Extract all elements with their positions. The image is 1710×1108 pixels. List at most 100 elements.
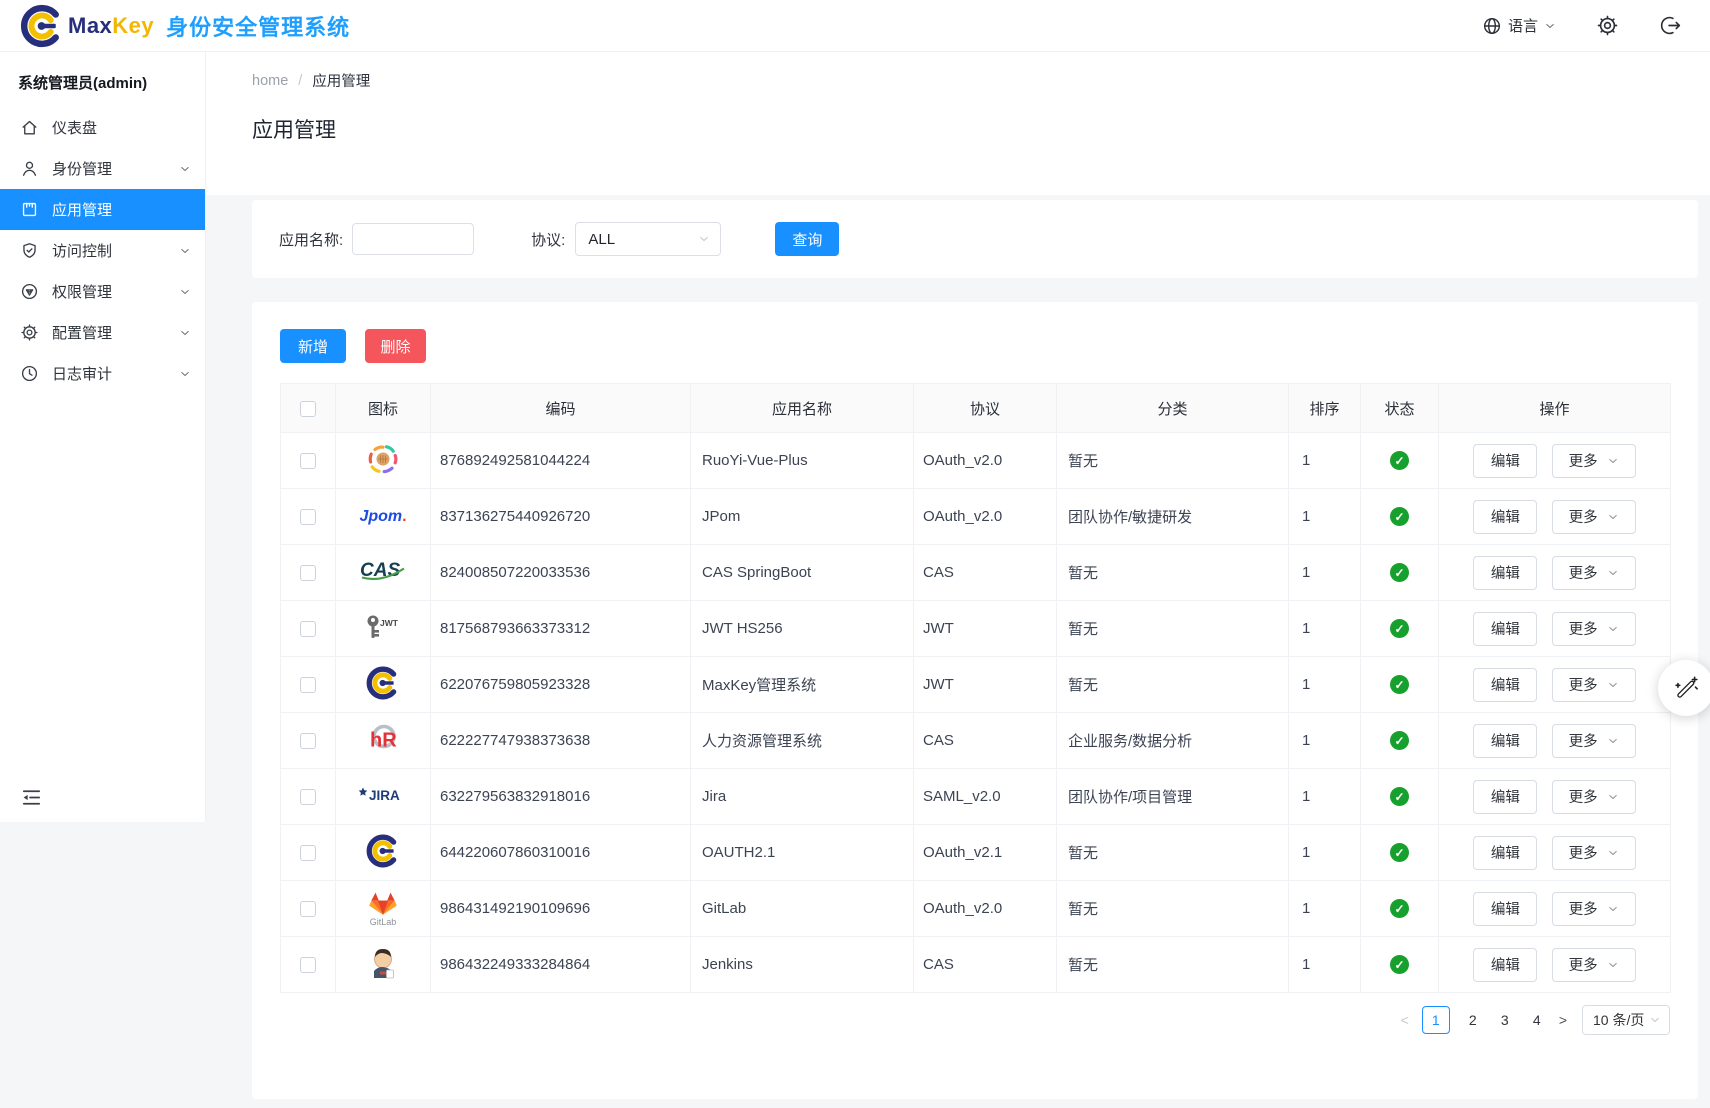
table-row: 622076759805923328 MaxKey管理系统 JWT 暂无 1 ✓… <box>281 657 1671 713</box>
edit-button[interactable]: 编辑 <box>1473 444 1537 478</box>
status-enabled-icon: ✓ <box>1390 955 1409 974</box>
add-button[interactable]: 新增 <box>280 329 346 363</box>
cell-category: 暂无 <box>1057 433 1289 489</box>
page-button-2[interactable]: 2 <box>1464 1012 1482 1028</box>
more-button[interactable]: 更多 <box>1552 500 1636 534</box>
table-panel: 新增 删除 图标编码应用名称协议分类排序状态操作 876892492581044… <box>252 302 1698 1099</box>
status-enabled-icon: ✓ <box>1390 731 1409 750</box>
breadcrumb-current: 应用管理 <box>312 70 370 91</box>
more-button[interactable]: 更多 <box>1552 892 1636 926</box>
page-size-select[interactable]: 10 条/页 <box>1582 1005 1670 1035</box>
breadcrumb-home-link[interactable]: home <box>252 73 288 89</box>
language-switcher[interactable]: 语言 <box>1482 15 1556 36</box>
edit-button[interactable]: 编辑 <box>1473 724 1537 758</box>
delete-button[interactable]: 删除 <box>365 329 426 363</box>
table-body: 876892492581044224 RuoYi-Vue-Plus OAuth_… <box>281 433 1671 993</box>
search-button[interactable]: 查询 <box>775 222 839 256</box>
row-checkbox[interactable] <box>300 677 316 693</box>
protocol-select[interactable]: ALL <box>575 222 721 256</box>
cell-category: 暂无 <box>1057 657 1289 713</box>
cell-sort: 1 <box>1289 937 1361 993</box>
apps-icon <box>20 200 39 219</box>
chevron-down-icon <box>698 233 710 245</box>
sidebar-item-identity[interactable]: 身份管理 <box>0 148 205 189</box>
cell-app-name: RuoYi-Vue-Plus <box>691 433 914 489</box>
next-page-button[interactable]: > <box>1559 1012 1567 1028</box>
gear-icon <box>1596 14 1619 37</box>
row-checkbox[interactable] <box>300 453 316 469</box>
row-checkbox[interactable] <box>300 957 316 973</box>
sidebar-item-dashboard[interactable]: 仪表盘 <box>0 107 205 148</box>
row-checkbox[interactable] <box>300 733 316 749</box>
table-row: GitLab 986431492190109696 GitLab OAuth_v… <box>281 881 1671 937</box>
edit-button[interactable]: 编辑 <box>1473 892 1537 926</box>
cell-sort: 1 <box>1289 489 1361 545</box>
dashboard-icon <box>20 118 39 137</box>
edit-button[interactable]: 编辑 <box>1473 836 1537 870</box>
cell-protocol: CAS <box>914 545 1057 601</box>
more-button[interactable]: 更多 <box>1552 836 1636 870</box>
filter-panel: 应用名称: 协议: ALL 查询 <box>252 200 1698 278</box>
column-header: 图标 <box>336 384 431 433</box>
more-button[interactable]: 更多 <box>1552 780 1636 814</box>
chevron-down-icon <box>1544 20 1556 32</box>
theme-wand-button[interactable] <box>1658 660 1710 716</box>
sidebar-item-apps[interactable]: 应用管理 <box>0 189 205 230</box>
edit-button[interactable]: 编辑 <box>1473 556 1537 590</box>
sidebar-item-config[interactable]: 配置管理 <box>0 312 205 353</box>
more-button[interactable]: 更多 <box>1552 612 1636 646</box>
row-checkbox[interactable] <box>300 845 316 861</box>
cell-app-code: 876892492581044224 <box>431 433 691 489</box>
more-button[interactable]: 更多 <box>1552 556 1636 590</box>
more-button[interactable]: 更多 <box>1552 724 1636 758</box>
row-checkbox[interactable] <box>300 789 316 805</box>
more-button[interactable]: 更多 <box>1552 444 1636 478</box>
cell-sort: 1 <box>1289 713 1361 769</box>
admin-title: 系统管理员(admin) <box>0 52 205 107</box>
globe-icon <box>1482 16 1502 36</box>
app-name-input[interactable] <box>352 223 474 255</box>
edit-button[interactable]: 编辑 <box>1473 668 1537 702</box>
page-button-3[interactable]: 3 <box>1496 1012 1514 1028</box>
cell-protocol: JWT <box>914 657 1057 713</box>
chevron-down-icon <box>1607 959 1619 971</box>
brand-key: Key <box>112 13 154 39</box>
row-checkbox[interactable] <box>300 565 316 581</box>
chevron-down-icon <box>1649 1014 1661 1026</box>
cell-sort: 1 <box>1289 657 1361 713</box>
logout-button[interactable] <box>1659 14 1682 37</box>
page-button-4[interactable]: 4 <box>1528 1012 1546 1028</box>
prev-page-button[interactable]: < <box>1401 1012 1409 1028</box>
shield-icon <box>20 241 39 260</box>
cell-app-code: 622076759805923328 <box>431 657 691 713</box>
row-checkbox[interactable] <box>300 901 316 917</box>
more-label: 更多 <box>1569 954 1598 975</box>
sidebar-item-access-control[interactable]: 访问控制 <box>0 230 205 271</box>
select-all-checkbox[interactable] <box>300 401 316 417</box>
sidebar-item-privilege[interactable]: 权限管理 <box>0 271 205 312</box>
chevron-down-icon <box>1607 679 1619 691</box>
sidebar-item-label: 应用管理 <box>52 199 112 220</box>
cell-protocol: OAuth_v2.0 <box>914 881 1057 937</box>
column-header: 应用名称 <box>691 384 914 433</box>
row-checkbox[interactable] <box>300 509 316 525</box>
sidebar-item-audit[interactable]: 日志审计 <box>0 353 205 394</box>
cell-protocol: SAML_v2.0 <box>914 769 1057 825</box>
table-row: hR 622227747938373638 人力资源管理系统 CAS 企业服务/… <box>281 713 1671 769</box>
sidebar-menu: 仪表盘 身份管理 应用管理 访问控制 权限管理 配置管理 日志审计 <box>0 107 205 394</box>
edit-button[interactable]: 编辑 <box>1473 780 1537 814</box>
more-button[interactable]: 更多 <box>1552 948 1636 982</box>
edit-button[interactable]: 编辑 <box>1473 500 1537 534</box>
page-button-1[interactable]: 1 <box>1422 1006 1450 1034</box>
brand-max: Max <box>68 13 112 39</box>
row-checkbox[interactable] <box>300 621 316 637</box>
settings-button[interactable] <box>1596 14 1619 37</box>
breadcrumb: home / 应用管理 <box>252 70 1710 91</box>
chevron-down-icon <box>1607 623 1619 635</box>
edit-button[interactable]: 编辑 <box>1473 612 1537 646</box>
cell-app-code: 824008507220033536 <box>431 545 691 601</box>
edit-button[interactable]: 编辑 <box>1473 948 1537 982</box>
collapse-sidebar-button[interactable] <box>20 786 43 812</box>
more-button[interactable]: 更多 <box>1552 668 1636 702</box>
sidebar-item-label: 日志审计 <box>52 363 112 384</box>
